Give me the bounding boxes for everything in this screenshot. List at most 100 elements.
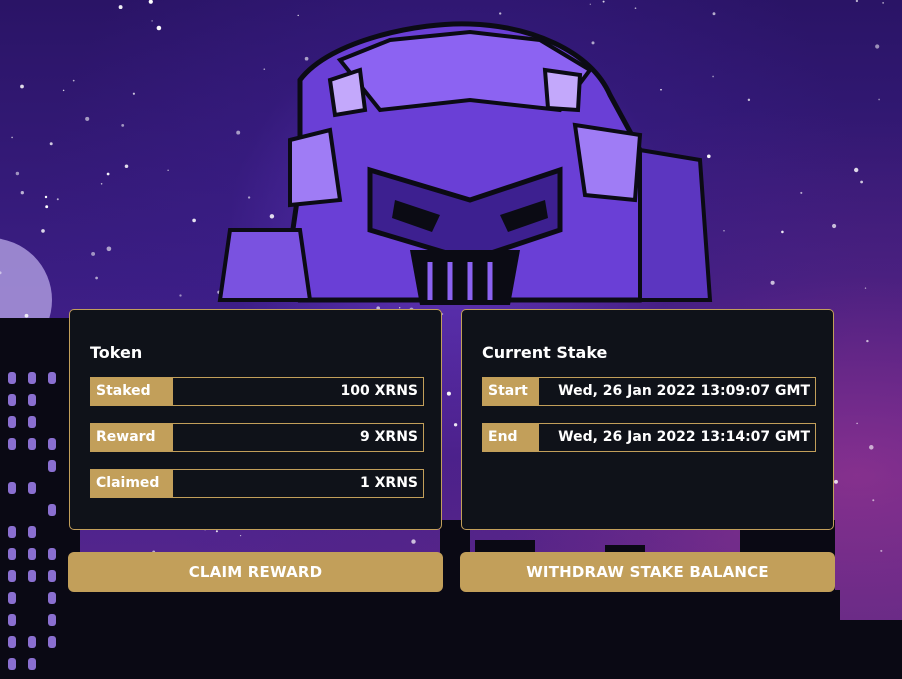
window (8, 438, 16, 450)
window (8, 592, 16, 604)
star (834, 479, 838, 484)
window (28, 416, 36, 428)
staked-label: Staked (91, 378, 173, 405)
star (712, 12, 716, 16)
star (62, 89, 65, 92)
reward-label: Reward (91, 424, 173, 451)
star (236, 130, 241, 135)
star (875, 44, 880, 49)
star (589, 3, 591, 5)
window (48, 614, 56, 626)
reward-value: 9 XRNS (360, 429, 418, 445)
star (118, 5, 123, 10)
star (124, 164, 129, 169)
staked-row: Staked 100 XRNS (90, 377, 424, 406)
star (121, 123, 125, 127)
star (855, 0, 859, 3)
window (28, 372, 36, 384)
star (215, 530, 218, 533)
star (41, 229, 45, 233)
window (28, 438, 36, 450)
star (747, 98, 751, 102)
staked-value: 100 XRNS (340, 383, 418, 399)
window (8, 636, 16, 648)
window (48, 548, 56, 560)
claim-reward-button[interactable]: CLAIM REWARD (68, 552, 443, 592)
star (106, 246, 112, 252)
window (28, 570, 36, 582)
star (304, 56, 309, 61)
star (263, 68, 266, 71)
star (269, 214, 275, 219)
star (856, 422, 858, 425)
star (602, 0, 605, 3)
star (56, 198, 59, 201)
star (297, 14, 299, 17)
end-row: End Wed, 26 Jan 2022 13:14:07 GMT (482, 423, 816, 452)
window (28, 526, 36, 538)
star (179, 294, 182, 297)
star (49, 142, 53, 146)
star (770, 280, 775, 285)
star (869, 445, 874, 450)
window (8, 394, 16, 406)
window (8, 658, 16, 670)
star (800, 191, 803, 194)
star (854, 167, 859, 173)
window (8, 570, 16, 582)
window (8, 526, 16, 538)
robot-illustration (217, 21, 713, 305)
start-row: Start Wed, 26 Jan 2022 13:09:07 GMT (482, 377, 816, 406)
star (148, 0, 153, 4)
star (866, 339, 869, 343)
star (85, 116, 90, 121)
window (8, 372, 16, 384)
star (712, 75, 714, 78)
star (864, 287, 867, 289)
withdraw-stake-balance-button[interactable]: WITHDRAW STAKE BALANCE (460, 552, 835, 592)
window (48, 592, 56, 604)
claimed-label: Claimed (91, 470, 173, 497)
claimed-value: 1 XRNS (360, 475, 418, 491)
star (878, 98, 880, 101)
star (91, 251, 96, 256)
start-value: Wed, 26 Jan 2022 13:09:07 GMT (558, 383, 810, 399)
star (100, 183, 103, 185)
star (660, 88, 662, 91)
current-stake-panel: Current Stake Start Wed, 26 Jan 2022 13:… (461, 309, 834, 530)
star (247, 196, 251, 199)
window (28, 482, 36, 494)
window (48, 438, 56, 450)
star (45, 205, 49, 209)
star (634, 7, 637, 10)
star (591, 41, 595, 45)
end-value: Wed, 26 Jan 2022 13:14:07 GMT (558, 429, 810, 445)
window (8, 416, 16, 428)
star (167, 169, 169, 171)
window (48, 636, 56, 648)
star (860, 180, 863, 184)
star (832, 223, 837, 229)
star (707, 154, 711, 159)
star (151, 20, 153, 22)
star (95, 276, 98, 280)
star (872, 499, 875, 502)
star (24, 313, 29, 318)
star (446, 391, 451, 396)
star (453, 423, 458, 427)
star (192, 218, 196, 223)
star (499, 12, 502, 15)
star (11, 136, 13, 139)
start-label: Start (483, 378, 539, 405)
star (239, 534, 242, 537)
star (411, 539, 416, 544)
star (44, 195, 48, 199)
reward-row: Reward 9 XRNS (90, 423, 424, 452)
window (48, 372, 56, 384)
window (28, 548, 36, 560)
star (723, 230, 725, 232)
star (781, 230, 784, 234)
star (15, 171, 20, 176)
end-label: End (483, 424, 539, 451)
star (20, 191, 24, 195)
